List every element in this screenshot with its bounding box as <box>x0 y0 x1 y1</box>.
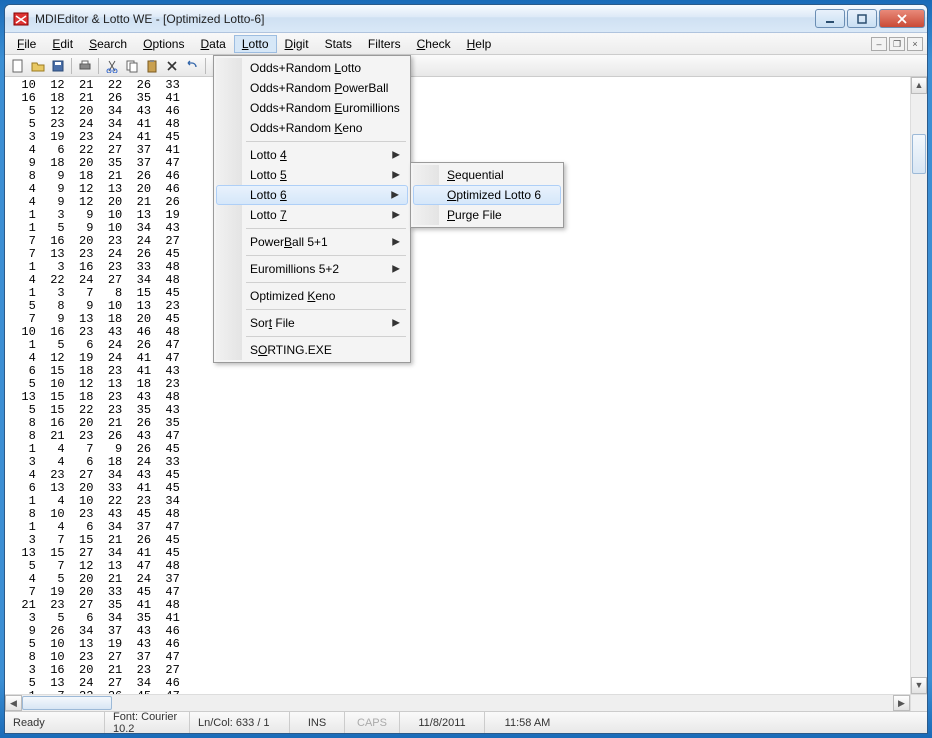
menu-separator <box>246 336 406 337</box>
menu-item-optimized-lotto-6[interactable]: Optimized Lotto 6 <box>413 185 561 205</box>
statusbar: Ready Font: Courier 10.2 Ln/Col: 633 / 1… <box>5 711 927 733</box>
status-date: 11/8/2011 <box>400 712 485 733</box>
lotto-menu-dropdown: Odds+Random LottoOdds+Random PowerBallOd… <box>213 55 411 363</box>
menu-item-odds-random-keno[interactable]: Odds+Random Keno <box>216 118 408 138</box>
menu-separator <box>246 228 406 229</box>
menu-item-sequential[interactable]: Sequential <box>413 165 561 185</box>
menu-item-sort-file[interactable]: Sort File▶ <box>216 313 408 333</box>
submenu-arrow-icon: ▶ <box>392 170 400 181</box>
window-title: MDIEditor & Lotto WE - [Optimized Lotto-… <box>35 12 813 26</box>
menu-digit[interactable]: Digit <box>277 35 317 53</box>
minimize-button[interactable] <box>815 9 845 28</box>
mdi-restore-button[interactable]: ❐ <box>889 37 905 51</box>
vertical-scrollbar[interactable]: ▲ ▼ <box>910 77 927 694</box>
menu-options[interactable]: Options <box>135 35 192 53</box>
cut-icon[interactable] <box>103 57 121 75</box>
menu-item-lotto-4[interactable]: Lotto 4▶ <box>216 145 408 165</box>
delete-icon[interactable] <box>163 57 181 75</box>
undo-icon[interactable] <box>183 57 201 75</box>
status-time: 11:58 AM <box>485 712 570 733</box>
submenu-arrow-icon: ▶ <box>392 210 400 221</box>
scroll-corner <box>910 694 927 711</box>
menu-item-odds-random-euromillions[interactable]: Odds+Random Euromillions <box>216 98 408 118</box>
app-icon <box>13 11 29 27</box>
lotto6-submenu: SequentialOptimized Lotto 6Purge File <box>410 162 564 228</box>
menu-item-lotto-6[interactable]: Lotto 6▶ <box>216 185 408 205</box>
close-button[interactable] <box>879 9 925 28</box>
submenu-arrow-icon: ▶ <box>392 318 400 329</box>
menu-item-lotto-7[interactable]: Lotto 7▶ <box>216 205 408 225</box>
save-icon[interactable] <box>49 57 67 75</box>
titlebar: MDIEditor & Lotto WE - [Optimized Lotto-… <box>5 5 927 33</box>
menu-separator <box>246 255 406 256</box>
horizontal-scroll-thumb[interactable] <box>22 696 112 710</box>
menu-item-purge-file[interactable]: Purge File <box>413 205 561 225</box>
submenu-arrow-icon: ▶ <box>392 237 400 248</box>
menu-item-odds-random-lotto[interactable]: Odds+Random Lotto <box>216 58 408 78</box>
horizontal-scrollbar[interactable]: ◀ ▶ <box>5 694 910 711</box>
menu-filters[interactable]: Filters <box>360 35 409 53</box>
menu-item-optimized-keno[interactable]: Optimized Keno <box>216 286 408 306</box>
menu-item-lotto-5[interactable]: Lotto 5▶ <box>216 165 408 185</box>
menu-check[interactable]: Check <box>409 35 459 53</box>
menu-separator <box>246 282 406 283</box>
copy-icon[interactable] <box>123 57 141 75</box>
menu-item-powerball-5-1[interactable]: PowerBall 5+1▶ <box>216 232 408 252</box>
scroll-down-button[interactable]: ▼ <box>911 677 927 694</box>
menu-separator <box>246 141 406 142</box>
menu-item-sorting-exe[interactable]: SORTING.EXE <box>216 340 408 360</box>
menu-lotto[interactable]: Lotto <box>234 35 277 53</box>
mdi-minimize-button[interactable]: – <box>871 37 887 51</box>
status-caps: CAPS <box>345 712 400 733</box>
mdi-close-button[interactable]: × <box>907 37 923 51</box>
scroll-up-button[interactable]: ▲ <box>911 77 927 94</box>
toolbar: ? <box>5 55 927 77</box>
new-icon[interactable] <box>9 57 27 75</box>
menu-item-euromillions-5-2[interactable]: Euromillions 5+2▶ <box>216 259 408 279</box>
status-lncol: Ln/Col: 633 / 1 <box>190 712 290 733</box>
paste-icon[interactable] <box>143 57 161 75</box>
print-icon[interactable] <box>76 57 94 75</box>
open-icon[interactable] <box>29 57 47 75</box>
menu-edit[interactable]: Edit <box>44 35 81 53</box>
submenu-arrow-icon: ▶ <box>391 190 399 201</box>
menubar: FileEditSearchOptionsDataLottoDigitStats… <box>5 33 927 55</box>
menu-file[interactable]: File <box>9 35 44 53</box>
status-ins: INS <box>290 712 345 733</box>
scroll-left-button[interactable]: ◀ <box>5 695 22 711</box>
submenu-arrow-icon: ▶ <box>392 264 400 275</box>
menu-search[interactable]: Search <box>81 35 135 53</box>
status-font: Font: Courier 10.2 <box>105 712 190 733</box>
menu-item-odds-random-powerball[interactable]: Odds+Random PowerBall <box>216 78 408 98</box>
menu-help[interactable]: Help <box>459 35 500 53</box>
vertical-scroll-thumb[interactable] <box>912 134 926 174</box>
status-ready: Ready <box>5 712 105 733</box>
menu-separator <box>246 309 406 310</box>
submenu-arrow-icon: ▶ <box>392 150 400 161</box>
menu-stats[interactable]: Stats <box>317 35 360 53</box>
maximize-button[interactable] <box>847 9 877 28</box>
scroll-right-button[interactable]: ▶ <box>893 695 910 711</box>
menu-data[interactable]: Data <box>192 35 233 53</box>
